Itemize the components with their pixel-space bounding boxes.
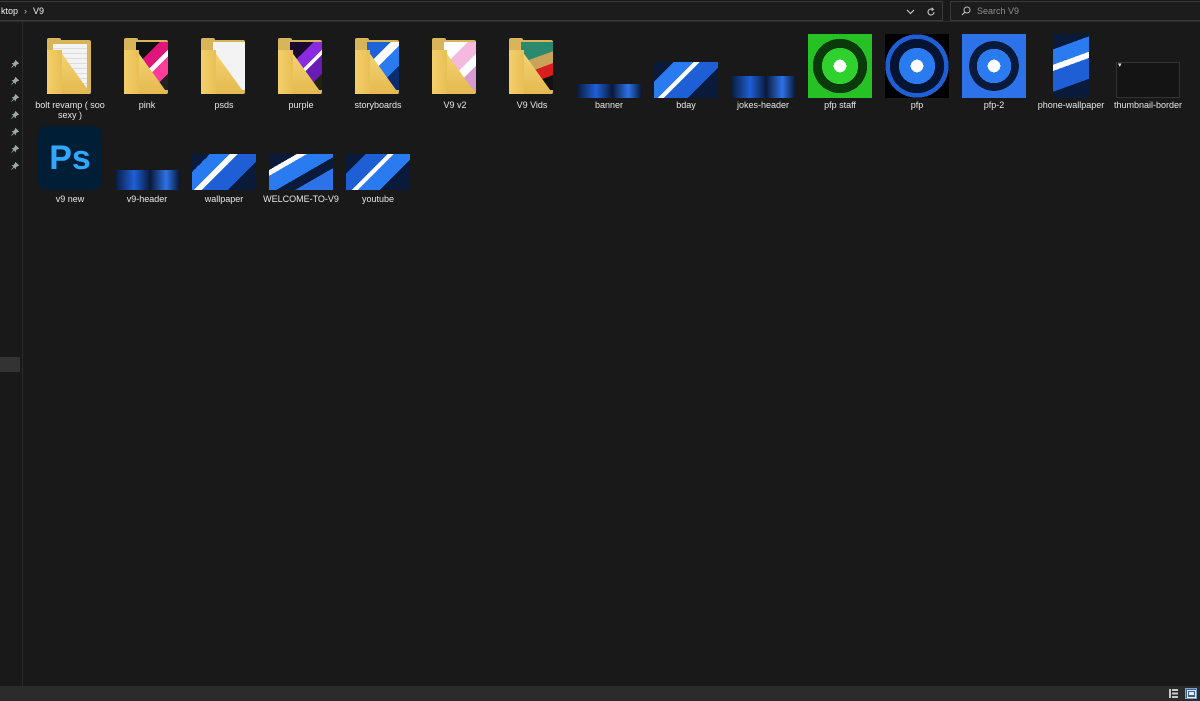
item-label: phone-wallpaper bbox=[1037, 100, 1105, 110]
psd-file-item[interactable]: Ps v9 new bbox=[33, 116, 107, 206]
item-label: pfp bbox=[910, 100, 924, 110]
navigation-pane bbox=[0, 22, 23, 686]
image-thumbnail bbox=[885, 34, 949, 98]
image-item[interactable]: pfp staff bbox=[803, 22, 877, 112]
nav-selected-item[interactable] bbox=[0, 357, 20, 372]
item-label: banner bbox=[594, 100, 624, 110]
pin-icon[interactable] bbox=[10, 144, 19, 153]
pin-icon[interactable] bbox=[10, 161, 19, 170]
item-label: pink bbox=[138, 100, 156, 110]
image-item[interactable]: v9-header bbox=[110, 116, 184, 206]
image-thumbnail bbox=[731, 76, 795, 98]
details-view-icon[interactable] bbox=[1167, 688, 1179, 699]
image-thumbnail bbox=[346, 154, 410, 190]
search-icon bbox=[955, 6, 977, 16]
item-label: WELCOME-TO-V9 bbox=[263, 194, 339, 204]
pin-icon[interactable] bbox=[10, 127, 19, 136]
image-item[interactable]: pfp-2 bbox=[957, 22, 1031, 112]
image-thumbnail bbox=[269, 154, 333, 190]
image-thumbnail bbox=[577, 84, 641, 98]
cursor-marker: ▾ bbox=[1118, 62, 1122, 69]
folder-item[interactable]: pink bbox=[110, 22, 184, 112]
item-label: purple bbox=[288, 100, 314, 110]
breadcrumb-desktop[interactable]: ktop bbox=[0, 6, 21, 16]
item-label: bday bbox=[676, 100, 696, 110]
folder-item[interactable]: purple bbox=[264, 22, 338, 112]
photoshop-icon: Ps bbox=[38, 126, 102, 190]
folder-item[interactable]: V9 Vids bbox=[495, 22, 569, 112]
image-item[interactable]: banner bbox=[572, 22, 646, 112]
status-bar bbox=[0, 686, 1200, 701]
item-label: youtube bbox=[361, 194, 395, 204]
item-label: thumbnail-border bbox=[1113, 100, 1183, 110]
folder-icon bbox=[45, 38, 95, 94]
image-item[interactable]: pfp bbox=[880, 22, 954, 112]
folder-icon bbox=[276, 38, 326, 94]
folder-item[interactable]: storyboards bbox=[341, 22, 415, 112]
large-icons-view-icon[interactable] bbox=[1185, 688, 1197, 699]
image-item[interactable]: ▾ thumbnail-border bbox=[1111, 22, 1185, 112]
image-thumbnail: ▾ bbox=[1116, 62, 1180, 98]
item-label: V9 v2 bbox=[443, 100, 467, 110]
chevron-down-icon[interactable] bbox=[902, 4, 918, 19]
folder-item[interactable]: psds bbox=[187, 22, 261, 112]
image-thumbnail bbox=[654, 62, 718, 98]
pin-icon[interactable] bbox=[10, 76, 19, 85]
image-thumbnail bbox=[808, 34, 872, 98]
pin-icon[interactable] bbox=[10, 59, 19, 68]
search-box[interactable] bbox=[950, 1, 1200, 21]
refresh-icon[interactable] bbox=[923, 4, 939, 19]
image-thumbnail bbox=[115, 170, 179, 190]
breadcrumb-separator[interactable]: › bbox=[21, 6, 30, 16]
breadcrumb-v9[interactable]: V9 bbox=[30, 6, 47, 16]
item-label: v9-header bbox=[126, 194, 168, 204]
ps-logo-text: Ps bbox=[49, 138, 91, 177]
item-label: v9 new bbox=[55, 194, 85, 204]
image-item[interactable]: jokes-header bbox=[726, 22, 800, 112]
image-thumbnail bbox=[192, 154, 256, 190]
image-thumbnail bbox=[962, 34, 1026, 98]
item-label: V9 Vids bbox=[516, 100, 548, 110]
item-label: jokes-header bbox=[736, 100, 790, 110]
pin-icon[interactable] bbox=[10, 93, 19, 102]
image-item[interactable]: phone-wallpaper bbox=[1034, 22, 1108, 112]
folder-icon bbox=[199, 38, 249, 94]
folder-icon bbox=[353, 38, 403, 94]
image-thumbnail bbox=[1053, 34, 1089, 98]
item-label: pfp staff bbox=[824, 100, 856, 110]
file-view: bolt revamp ( soo sexy ) pink psds purpl… bbox=[23, 22, 1200, 686]
address-toolbar: ktop › V9 bbox=[0, 0, 1200, 22]
address-bar[interactable]: ktop › V9 bbox=[0, 1, 943, 21]
folder-icon bbox=[507, 38, 557, 94]
search-input[interactable] bbox=[977, 6, 1177, 16]
item-label: pfp-2 bbox=[983, 100, 1005, 110]
pin-icon[interactable] bbox=[10, 110, 19, 119]
image-item[interactable]: WELCOME-TO-V9 bbox=[263, 116, 339, 206]
folder-icon bbox=[430, 38, 480, 94]
image-item[interactable]: youtube bbox=[341, 116, 415, 206]
folder-item[interactable]: V9 v2 bbox=[418, 22, 492, 112]
folder-icon bbox=[122, 38, 172, 94]
item-label: storyboards bbox=[354, 100, 402, 110]
item-label: psds bbox=[214, 100, 234, 110]
folder-item[interactable]: bolt revamp ( soo sexy ) bbox=[33, 22, 107, 120]
item-label: wallpaper bbox=[204, 194, 244, 204]
image-item[interactable]: bday bbox=[649, 22, 723, 112]
image-item[interactable]: wallpaper bbox=[187, 116, 261, 206]
